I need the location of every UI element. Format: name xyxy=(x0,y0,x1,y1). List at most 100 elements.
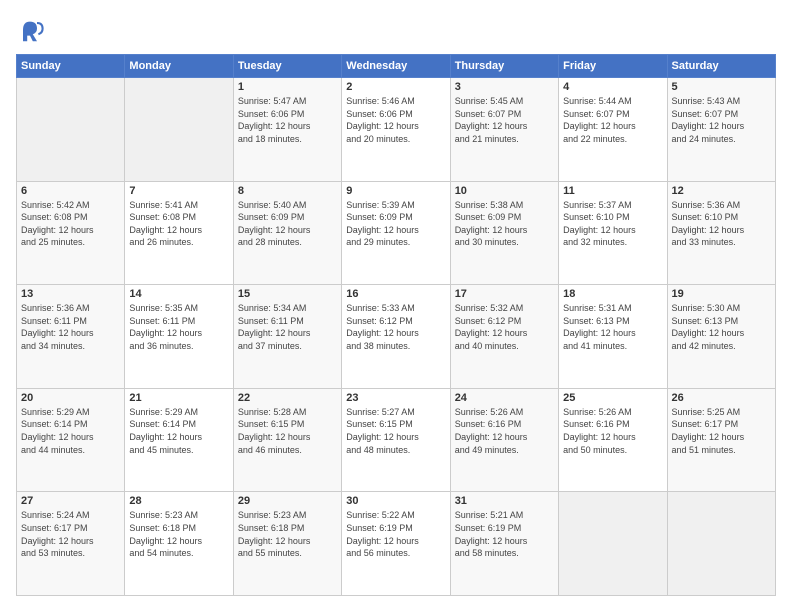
day-info: Sunrise: 5:29 AM Sunset: 6:14 PM Dayligh… xyxy=(21,406,120,456)
day-info: Sunrise: 5:35 AM Sunset: 6:11 PM Dayligh… xyxy=(129,302,228,352)
calendar-week-4: 20 Sunrise: 5:29 AM Sunset: 6:14 PM Dayli… xyxy=(17,388,776,492)
logo xyxy=(16,16,48,44)
day-info: Sunrise: 5:28 AM Sunset: 6:15 PM Dayligh… xyxy=(238,406,337,456)
calendar-header: SundayMondayTuesdayWednesdayThursdayFrid… xyxy=(17,55,776,78)
day-info: Sunrise: 5:30 AM Sunset: 6:13 PM Dayligh… xyxy=(672,302,771,352)
calendar-cell: 21 Sunrise: 5:29 AM Sunset: 6:14 PM Dayli… xyxy=(125,388,233,492)
day-number: 20 xyxy=(21,392,120,404)
calendar-cell: 18 Sunrise: 5:31 AM Sunset: 6:13 PM Dayli… xyxy=(559,285,667,389)
day-info: Sunrise: 5:22 AM Sunset: 6:19 PM Dayligh… xyxy=(346,509,445,559)
day-info: Sunrise: 5:40 AM Sunset: 6:09 PM Dayligh… xyxy=(238,199,337,249)
day-info: Sunrise: 5:33 AM Sunset: 6:12 PM Dayligh… xyxy=(346,302,445,352)
calendar-week-2: 6 Sunrise: 5:42 AM Sunset: 6:08 PM Daylig… xyxy=(17,181,776,285)
day-info: Sunrise: 5:24 AM Sunset: 6:17 PM Dayligh… xyxy=(21,509,120,559)
day-number: 14 xyxy=(129,288,228,300)
header-cell-monday: Monday xyxy=(125,55,233,78)
day-number: 4 xyxy=(563,81,662,93)
page: SundayMondayTuesdayWednesdayThursdayFrid… xyxy=(0,0,792,612)
calendar-cell xyxy=(559,492,667,596)
day-info: Sunrise: 5:42 AM Sunset: 6:08 PM Dayligh… xyxy=(21,199,120,249)
header xyxy=(16,16,776,44)
calendar-cell: 24 Sunrise: 5:26 AM Sunset: 6:16 PM Dayli… xyxy=(450,388,558,492)
calendar-cell: 11 Sunrise: 5:37 AM Sunset: 6:10 PM Dayli… xyxy=(559,181,667,285)
calendar-cell: 10 Sunrise: 5:38 AM Sunset: 6:09 PM Dayli… xyxy=(450,181,558,285)
day-number: 8 xyxy=(238,185,337,197)
day-number: 11 xyxy=(563,185,662,197)
day-info: Sunrise: 5:29 AM Sunset: 6:14 PM Dayligh… xyxy=(129,406,228,456)
calendar-cell: 13 Sunrise: 5:36 AM Sunset: 6:11 PM Dayli… xyxy=(17,285,125,389)
header-cell-sunday: Sunday xyxy=(17,55,125,78)
header-cell-saturday: Saturday xyxy=(667,55,775,78)
calendar-week-5: 27 Sunrise: 5:24 AM Sunset: 6:17 PM Dayli… xyxy=(17,492,776,596)
calendar-cell: 17 Sunrise: 5:32 AM Sunset: 6:12 PM Dayli… xyxy=(450,285,558,389)
day-number: 18 xyxy=(563,288,662,300)
day-info: Sunrise: 5:27 AM Sunset: 6:15 PM Dayligh… xyxy=(346,406,445,456)
calendar-cell: 25 Sunrise: 5:26 AM Sunset: 6:16 PM Dayli… xyxy=(559,388,667,492)
day-number: 22 xyxy=(238,392,337,404)
calendar-cell: 4 Sunrise: 5:44 AM Sunset: 6:07 PM Daylig… xyxy=(559,78,667,182)
day-info: Sunrise: 5:36 AM Sunset: 6:10 PM Dayligh… xyxy=(672,199,771,249)
calendar-cell: 9Sunrise: 5:39 AM Sunset: 6:09 PM Daylig… xyxy=(342,181,450,285)
calendar-cell: 26 Sunrise: 5:25 AM Sunset: 6:17 PM Dayli… xyxy=(667,388,775,492)
day-number: 25 xyxy=(563,392,662,404)
header-cell-friday: Friday xyxy=(559,55,667,78)
calendar-cell: 16 Sunrise: 5:33 AM Sunset: 6:12 PM Dayli… xyxy=(342,285,450,389)
day-number: 27 xyxy=(21,495,120,507)
day-number: 15 xyxy=(238,288,337,300)
day-number: 17 xyxy=(455,288,554,300)
day-info: Sunrise: 5:26 AM Sunset: 6:16 PM Dayligh… xyxy=(563,406,662,456)
day-number: 26 xyxy=(672,392,771,404)
day-info: Sunrise: 5:43 AM Sunset: 6:07 PM Dayligh… xyxy=(672,95,771,145)
day-number: 19 xyxy=(672,288,771,300)
header-cell-thursday: Thursday xyxy=(450,55,558,78)
day-number: 13 xyxy=(21,288,120,300)
day-number: 9 xyxy=(346,185,445,197)
day-info: Sunrise: 5:38 AM Sunset: 6:09 PM Dayligh… xyxy=(455,199,554,249)
calendar-cell: 3 Sunrise: 5:45 AM Sunset: 6:07 PM Daylig… xyxy=(450,78,558,182)
calendar-cell: 2Sunrise: 5:46 AM Sunset: 6:06 PM Daylig… xyxy=(342,78,450,182)
day-info: Sunrise: 5:45 AM Sunset: 6:07 PM Dayligh… xyxy=(455,95,554,145)
day-info: Sunrise: 5:37 AM Sunset: 6:10 PM Dayligh… xyxy=(563,199,662,249)
day-number: 10 xyxy=(455,185,554,197)
day-number: 2 xyxy=(346,81,445,93)
day-number: 23 xyxy=(346,392,445,404)
day-info: Sunrise: 5:32 AM Sunset: 6:12 PM Dayligh… xyxy=(455,302,554,352)
calendar-cell: 29 Sunrise: 5:23 AM Sunset: 6:18 PM Dayli… xyxy=(233,492,341,596)
header-row: SundayMondayTuesdayWednesdayThursdayFrid… xyxy=(17,55,776,78)
day-info: Sunrise: 5:23 AM Sunset: 6:18 PM Dayligh… xyxy=(238,509,337,559)
day-number: 30 xyxy=(346,495,445,507)
day-info: Sunrise: 5:21 AM Sunset: 6:19 PM Dayligh… xyxy=(455,509,554,559)
calendar-week-1: 1 Sunrise: 5:47 AM Sunset: 6:06 PM Daylig… xyxy=(17,78,776,182)
day-number: 7 xyxy=(129,185,228,197)
calendar-cell xyxy=(17,78,125,182)
day-number: 5 xyxy=(672,81,771,93)
day-number: 21 xyxy=(129,392,228,404)
calendar-cell xyxy=(125,78,233,182)
calendar-cell: 31Sunrise: 5:21 AM Sunset: 6:19 PM Dayli… xyxy=(450,492,558,596)
day-info: Sunrise: 5:36 AM Sunset: 6:11 PM Dayligh… xyxy=(21,302,120,352)
day-number: 28 xyxy=(129,495,228,507)
day-number: 29 xyxy=(238,495,337,507)
day-info: Sunrise: 5:23 AM Sunset: 6:18 PM Dayligh… xyxy=(129,509,228,559)
calendar-cell: 28 Sunrise: 5:23 AM Sunset: 6:18 PM Dayli… xyxy=(125,492,233,596)
day-number: 1 xyxy=(238,81,337,93)
calendar-cell: 19 Sunrise: 5:30 AM Sunset: 6:13 PM Dayli… xyxy=(667,285,775,389)
day-number: 3 xyxy=(455,81,554,93)
day-number: 16 xyxy=(346,288,445,300)
calendar-cell: 1 Sunrise: 5:47 AM Sunset: 6:06 PM Daylig… xyxy=(233,78,341,182)
calendar-cell: 20 Sunrise: 5:29 AM Sunset: 6:14 PM Dayli… xyxy=(17,388,125,492)
calendar-cell: 5 Sunrise: 5:43 AM Sunset: 6:07 PM Daylig… xyxy=(667,78,775,182)
day-info: Sunrise: 5:25 AM Sunset: 6:17 PM Dayligh… xyxy=(672,406,771,456)
calendar-cell: 27 Sunrise: 5:24 AM Sunset: 6:17 PM Dayli… xyxy=(17,492,125,596)
day-info: Sunrise: 5:41 AM Sunset: 6:08 PM Dayligh… xyxy=(129,199,228,249)
day-info: Sunrise: 5:44 AM Sunset: 6:07 PM Dayligh… xyxy=(563,95,662,145)
calendar-table: SundayMondayTuesdayWednesdayThursdayFrid… xyxy=(16,54,776,596)
day-number: 12 xyxy=(672,185,771,197)
calendar-cell: 23 Sunrise: 5:27 AM Sunset: 6:15 PM Dayli… xyxy=(342,388,450,492)
day-info: Sunrise: 5:26 AM Sunset: 6:16 PM Dayligh… xyxy=(455,406,554,456)
day-info: Sunrise: 5:31 AM Sunset: 6:13 PM Dayligh… xyxy=(563,302,662,352)
day-info: Sunrise: 5:47 AM Sunset: 6:06 PM Dayligh… xyxy=(238,95,337,145)
day-number: 24 xyxy=(455,392,554,404)
calendar-week-3: 13 Sunrise: 5:36 AM Sunset: 6:11 PM Dayli… xyxy=(17,285,776,389)
day-number: 6 xyxy=(21,185,120,197)
